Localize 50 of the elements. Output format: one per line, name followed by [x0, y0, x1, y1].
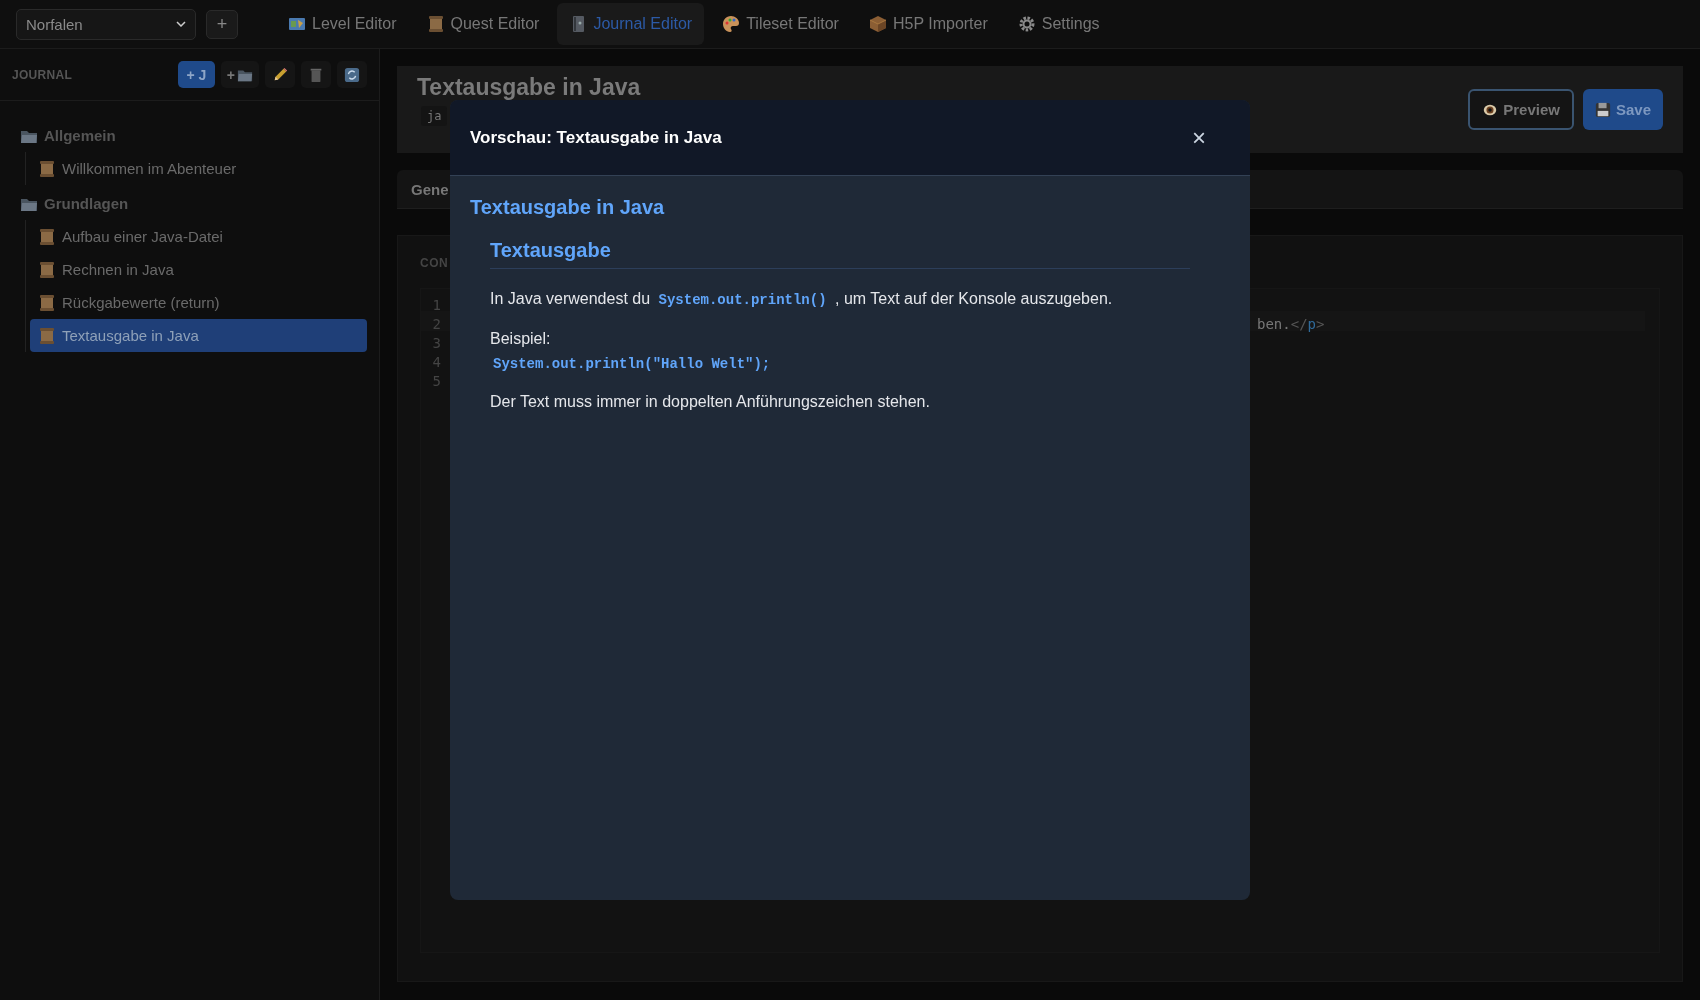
scroll-icon [426, 15, 445, 33]
scroll-icon [38, 260, 56, 279]
delete-button[interactable] [301, 61, 331, 88]
nav-tab[interactable]: Level Editor [276, 3, 409, 45]
journal-item[interactable]: Rechnen in Java [30, 253, 367, 286]
pencil-icon [272, 66, 288, 83]
preview-heading: Textausgabe in Java [470, 196, 666, 219]
floppy-icon [1594, 101, 1611, 118]
sidebar-title: JOURNAL [12, 67, 73, 82]
caret-icon [176, 21, 186, 27]
journal-item[interactable]: Willkommen im Abenteuer [30, 152, 367, 185]
tab[interactable]: Gene [411, 180, 449, 198]
paragraph: Der Text muss immer in doppelten Anführungszeichen stehen. [490, 392, 931, 412]
map-icon [288, 15, 306, 33]
nav-tab[interactable]: Tileset Editor [710, 3, 851, 45]
scroll-icon [38, 227, 56, 246]
add-project-button[interactable]: + [206, 9, 238, 39]
folder-item[interactable]: Grundlagen [20, 187, 367, 220]
palette-icon [722, 15, 741, 33]
new-journal-button[interactable]: + J [177, 61, 215, 88]
entry-title: Textausgabe in Java [417, 74, 641, 100]
scroll-icon [38, 293, 56, 312]
journal-item[interactable]: Rückgabewerte (return) [30, 286, 367, 319]
new-folder-button[interactable]: + [220, 61, 259, 88]
scroll-icon [38, 326, 56, 345]
paragraph: In Java verwendest du System.out.println() , um Text auf der Konsole auszugeben. [490, 289, 1114, 309]
box-icon [868, 15, 887, 33]
code-line: ben.</p> [1257, 315, 1325, 332]
preview-button[interactable]: Preview [1468, 89, 1574, 130]
nav-tab[interactable]: Quest Editor [414, 3, 552, 45]
scroll-icon [38, 159, 56, 178]
section-heading: Textausgabe [490, 239, 1190, 269]
tag-chip: ja [421, 106, 448, 126]
nav-tab[interactable]: H5P Importer [856, 3, 1000, 45]
dialog-title: Vorschau: Textausgabe in Java [470, 127, 722, 148]
refresh-icon [344, 66, 360, 83]
refresh-button[interactable] [337, 61, 367, 88]
paragraph: Beispiel: [490, 328, 552, 348]
journal-item[interactable]: Textausgabe in Java [30, 319, 367, 352]
nav-tab[interactable]: Settings [1005, 3, 1112, 45]
project-select[interactable]: Norfalen [16, 8, 196, 40]
trash-icon [308, 66, 324, 83]
journal-item[interactable]: Aufbau einer Java-Datei [30, 220, 367, 253]
code-snippet: System.out.println("Hallo Welt"); [493, 356, 772, 372]
edit-button[interactable] [265, 61, 295, 88]
settings-icon [1017, 15, 1036, 33]
folder-item[interactable]: Allgemein [20, 119, 367, 152]
close-button[interactable]: × [1188, 125, 1210, 150]
nav-tab[interactable]: Journal Editor [557, 3, 705, 45]
save-button[interactable]: Save [1582, 89, 1663, 130]
